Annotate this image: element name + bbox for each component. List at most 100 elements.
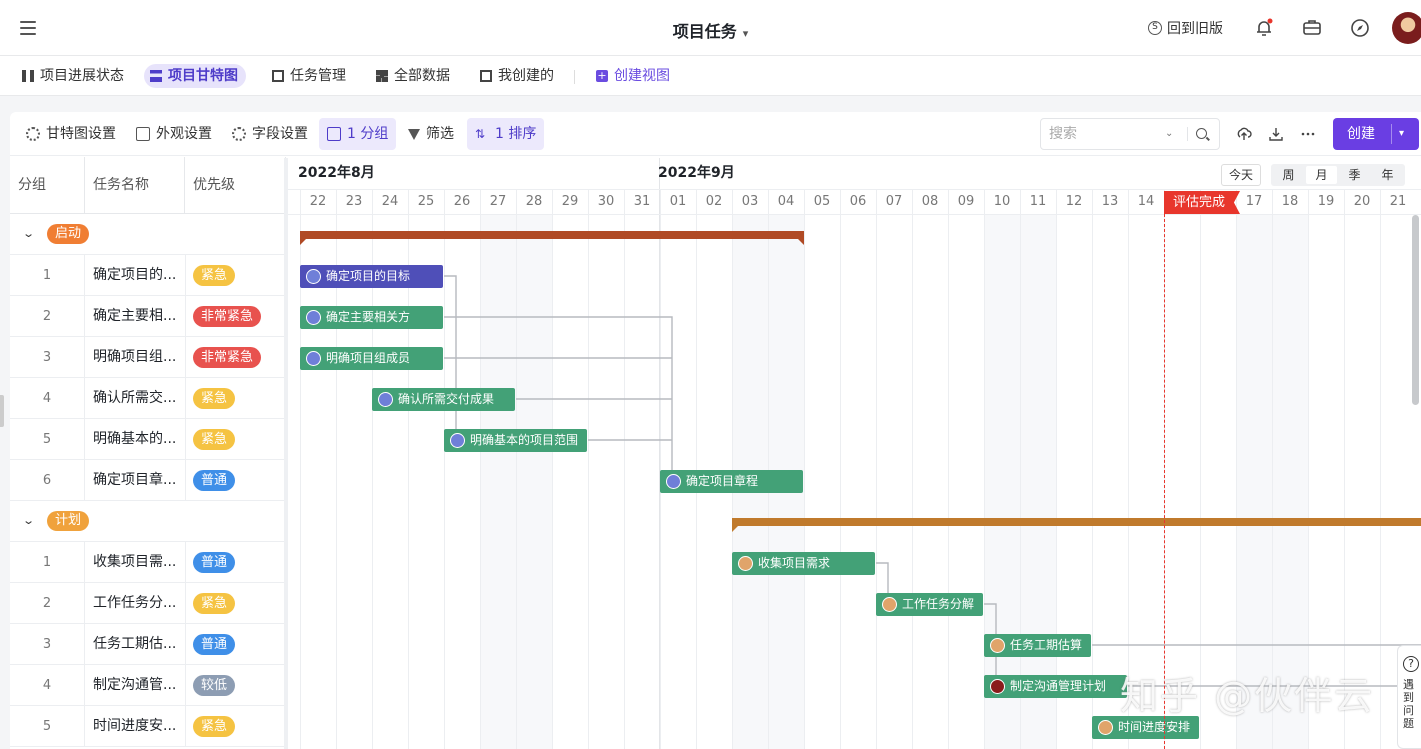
chevron-down-icon[interactable]: ⌄: [22, 227, 35, 240]
tab-label: 全部数据: [394, 68, 450, 84]
group-row[interactable]: ⌄ 计划: [10, 501, 286, 542]
tab-divider: [574, 70, 575, 84]
plus-square-icon: +: [596, 69, 608, 82]
tab-label: 项目进展状态: [40, 68, 124, 84]
task-bar[interactable]: 收集项目需求: [732, 552, 875, 575]
task-bar[interactable]: 确定主要相关方: [300, 306, 443, 329]
task-name[interactable]: 确定项目的...: [93, 255, 176, 296]
bell-icon[interactable]: [1253, 17, 1275, 39]
milestone-marker[interactable]: 评估完成: [1164, 191, 1240, 214]
download-icon[interactable]: [1268, 126, 1284, 142]
vertical-scrollbar[interactable]: [1412, 215, 1419, 405]
group-summary-bar[interactable]: [732, 518, 1421, 532]
task-bar[interactable]: 明确基本的项目范围: [444, 429, 587, 452]
group-row[interactable]: ⌄ 启动: [10, 214, 286, 255]
task-bar[interactable]: 任务工期估算: [984, 634, 1091, 657]
task-name[interactable]: 收集项目需...: [93, 542, 176, 583]
group-badge: 计划: [47, 511, 90, 531]
task-bar[interactable]: 制定沟通管理计划: [984, 675, 1127, 698]
task-name[interactable]: 明确项目组...: [93, 337, 176, 378]
task-bar[interactable]: 确定项目的目标: [300, 265, 443, 288]
row-number: 6: [10, 460, 85, 501]
sidebar-handle[interactable]: [0, 395, 4, 427]
user-avatar[interactable]: [1392, 12, 1421, 44]
task-name[interactable]: 确认所需交...: [93, 378, 176, 419]
tab-all-data[interactable]: 全部数据: [370, 64, 458, 88]
task-bar[interactable]: 明确项目组成员: [300, 347, 443, 370]
briefcase-icon[interactable]: [1301, 17, 1323, 39]
more-icon[interactable]: [1300, 126, 1316, 142]
task-bar[interactable]: 确认所需交付成果: [372, 388, 515, 411]
task-name[interactable]: 确定主要相...: [93, 296, 176, 337]
search-input[interactable]: 搜索 ⌄: [1040, 118, 1220, 150]
task-name[interactable]: 确定项目章...: [93, 460, 176, 501]
priority-badge: 紧急: [193, 265, 236, 286]
field-settings-button[interactable]: 字段设置: [224, 118, 316, 150]
help-widget[interactable]: ? 遇到问题: [1397, 645, 1421, 749]
search-icon[interactable]: [1196, 128, 1207, 139]
priority-badge: 非常紧急: [193, 347, 262, 368]
chevron-down-icon[interactable]: ▾: [1399, 118, 1404, 150]
assignee-avatar: [738, 556, 753, 571]
old-version-link[interactable]: S 回到旧版: [1148, 18, 1223, 38]
task-bar[interactable]: 确定项目章程: [660, 470, 803, 493]
top-bar: 项目任务 ▾ S 回到旧版: [0, 0, 1421, 56]
column-header-priority[interactable]: 优先级: [185, 157, 286, 214]
assignee-avatar: [990, 638, 1005, 653]
task-bar[interactable]: 工作任务分解: [876, 593, 983, 616]
group-summary-bar[interactable]: [300, 231, 804, 245]
task-bar-label: 工作任务分解: [902, 597, 975, 611]
chevron-down-icon[interactable]: ▾: [743, 27, 749, 40]
summary-bar-cap: [798, 239, 804, 245]
row-number: 1: [10, 255, 85, 296]
tab-project-gantt[interactable]: 项目甘特图: [144, 64, 246, 88]
gantt-icon: [150, 70, 162, 82]
table-row[interactable]: 1 收集项目需... 普通: [10, 542, 286, 583]
tab-created-by-me[interactable]: 我创建的: [474, 64, 562, 88]
table-row[interactable]: 4 制定沟通管... 较低: [10, 665, 286, 706]
row-number: 2: [10, 296, 85, 337]
task-name[interactable]: 任务工期估...: [93, 624, 176, 665]
filter-button[interactable]: 筛选: [400, 118, 462, 150]
table-row[interactable]: 4 确认所需交... 紧急: [10, 378, 286, 419]
create-button[interactable]: 创建 ▾: [1333, 118, 1419, 150]
column-header-task[interactable]: 任务名称: [85, 157, 185, 214]
task-bar-label: 确定项目的目标: [326, 269, 411, 283]
table-row[interactable]: 2 确定主要相... 非常紧急: [10, 296, 286, 337]
app-title-text[interactable]: 项目任务: [673, 22, 737, 41]
tab-task-management[interactable]: 任务管理: [266, 64, 354, 88]
table-row[interactable]: 6 确定项目章... 普通: [10, 460, 286, 501]
task-name[interactable]: 时间进度安...: [93, 706, 176, 747]
table-row[interactable]: 2 工作任务分... 紧急: [10, 583, 286, 624]
task-name[interactable]: 制定沟通管...: [93, 665, 176, 706]
assignee-avatar: [1098, 720, 1113, 735]
group-button[interactable]: 1 分组: [319, 118, 397, 150]
table-row[interactable]: 5 时间进度安... 紧急: [10, 706, 286, 747]
task-bar-label: 明确项目组成员: [326, 351, 411, 365]
field-settings-label: 字段设置: [252, 126, 308, 142]
chevron-down-icon[interactable]: ⌄: [1165, 119, 1173, 149]
task-name[interactable]: 工作任务分...: [93, 583, 176, 624]
appearance-label: 外观设置: [156, 126, 212, 142]
appearance-button[interactable]: 外观设置: [128, 118, 220, 150]
compass-icon[interactable]: [1349, 17, 1371, 39]
tab-label: 项目甘特图: [168, 68, 238, 84]
task-bar-label: 确定主要相关方: [326, 310, 411, 324]
gantt-settings-button[interactable]: 甘特图设置: [18, 118, 124, 150]
sort-button[interactable]: ⇅ 1 排序: [467, 118, 545, 150]
table-row[interactable]: 3 任务工期估... 普通: [10, 624, 286, 665]
gear-icon: [26, 127, 40, 141]
chevron-down-icon[interactable]: ⌄: [22, 514, 35, 527]
table-row[interactable]: 3 明确项目组... 非常紧急: [10, 337, 286, 378]
tab-project-progress[interactable]: 项目进展状态: [16, 64, 132, 88]
assignee-avatar: [306, 269, 321, 284]
old-version-label[interactable]: 回到旧版: [1167, 18, 1223, 38]
cell-divider: [185, 255, 186, 296]
column-header-group[interactable]: 分组: [10, 157, 85, 214]
table-row[interactable]: 5 明确基本的... 紧急: [10, 419, 286, 460]
create-view-button[interactable]: + 创建视图: [590, 64, 678, 88]
table-row[interactable]: 1 确定项目的... 紧急: [10, 255, 286, 296]
upload-icon[interactable]: [1236, 126, 1252, 142]
task-name[interactable]: 明确基本的...: [93, 419, 176, 460]
dependency-lines: [444, 275, 1421, 687]
